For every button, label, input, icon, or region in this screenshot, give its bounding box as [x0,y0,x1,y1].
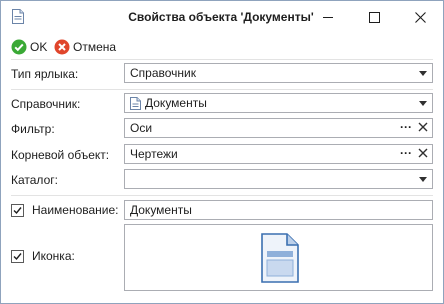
check-circle-icon [11,39,27,55]
icon-label: Иконка: [32,249,75,263]
root-object-value: Чертежи [130,147,178,161]
document-icon [261,233,299,283]
close-icon [414,11,426,23]
icon-preview[interactable] [124,224,433,291]
minimize-button[interactable] [305,1,351,33]
properties-dialog: Свойства объекта 'Документы' OK Отмена Т… [0,0,444,304]
directory-label: Справочник: [11,97,81,111]
maximize-button[interactable] [351,1,397,33]
maximize-icon [368,11,380,23]
separator [11,89,433,90]
checkmark-icon [13,253,22,261]
close-button[interactable] [397,1,443,33]
separator [11,59,433,60]
filter-label: Фильтр: [11,122,55,136]
shortcut-type-value: Справочник [130,66,196,80]
clear-icon[interactable] [418,148,428,158]
chevron-down-icon[interactable] [419,71,427,76]
filter-value: Оси [130,121,153,135]
cancel-circle-icon [54,39,70,55]
root-object-label: Корневой объект: [11,148,110,162]
cancel-label: Отмена [73,40,117,54]
directory-select[interactable]: Документы [124,93,433,113]
ok-button[interactable]: OK [11,38,47,56]
ellipsis-icon[interactable]: ··· [400,120,412,134]
ok-label: OK [30,40,48,54]
shortcut-type-label: Тип ярлыка: [11,67,79,81]
chevron-down-icon[interactable] [419,101,427,106]
catalog-label: Каталог: [11,173,58,187]
name-field[interactable]: Документы [124,200,433,220]
toolbar: OK Отмена [1,35,443,59]
icon-checkbox[interactable] [11,250,24,263]
clear-icon[interactable] [418,122,428,132]
minimize-icon [323,17,333,18]
chevron-down-icon[interactable] [419,177,427,182]
cancel-button[interactable]: Отмена [54,38,116,56]
document-icon [130,97,141,110]
shortcut-type-select[interactable]: Справочник [124,63,433,83]
filter-field[interactable]: Оси ··· [124,118,433,138]
name-label: Наименование: [32,203,119,217]
checkmark-icon [13,207,22,215]
name-checkbox[interactable] [11,204,24,217]
directory-value: Документы [145,96,207,110]
root-object-field[interactable]: Чертежи ··· [124,144,433,164]
title-bar: Свойства объекта 'Документы' [1,1,443,33]
name-value: Документы [130,203,192,217]
ellipsis-icon[interactable]: ··· [400,146,412,160]
separator [11,195,433,196]
catalog-select[interactable] [124,169,433,189]
